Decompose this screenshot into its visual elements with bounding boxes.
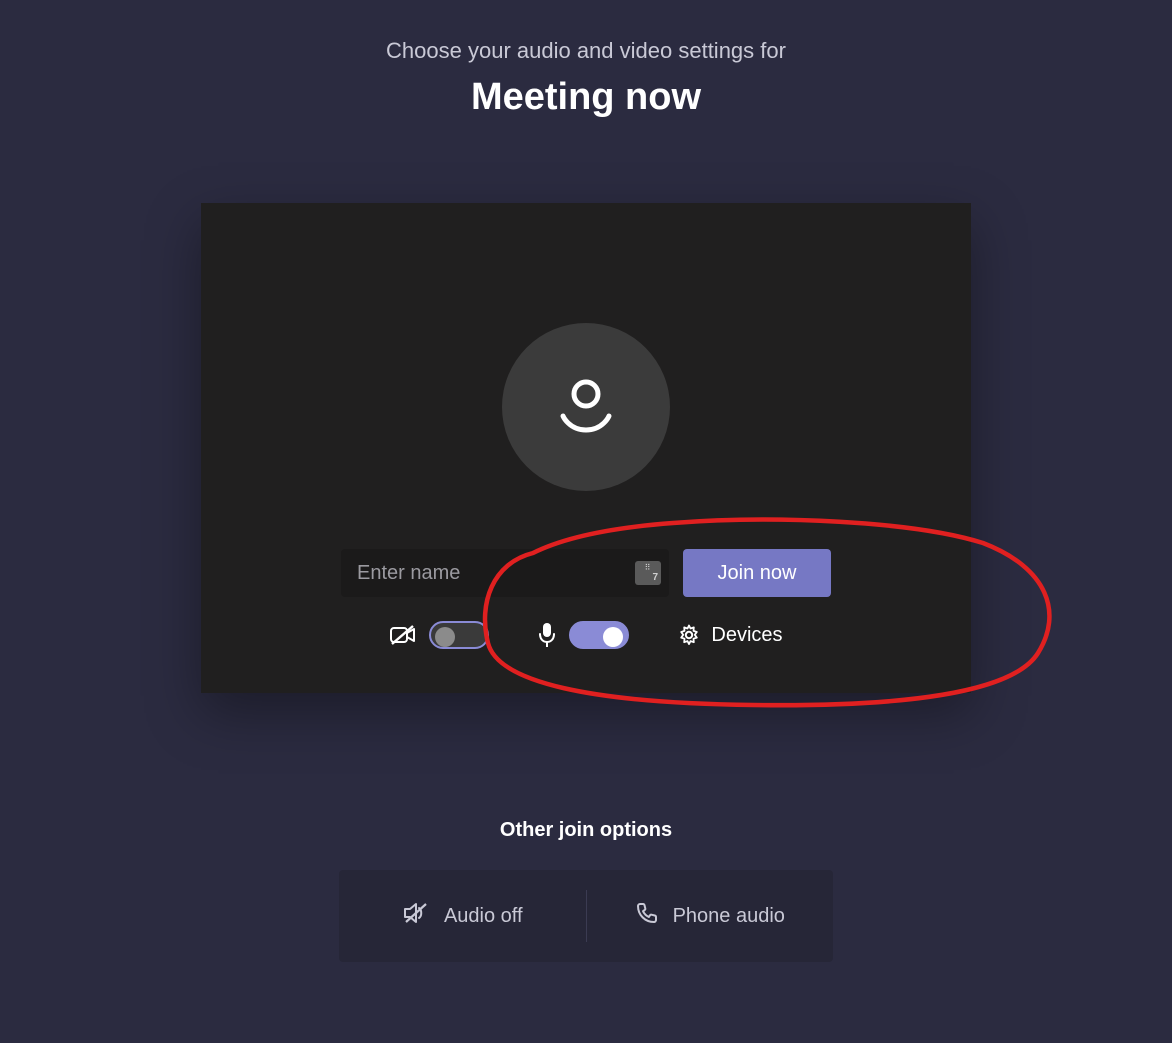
audio-off-button[interactable]: Audio off [339,870,586,962]
device-toggles-row: Devices [389,621,782,649]
mic-toggle-group [537,621,629,649]
camera-toggle-group [389,621,489,649]
other-options-heading: Other join options [500,819,672,842]
pre-join-screen: Choose your audio and video settings for… [0,0,1172,962]
camera-toggle[interactable] [429,621,489,649]
red-freehand-annotation [473,513,1073,713]
devices-button[interactable]: Devices [677,623,782,647]
name-input[interactable] [341,549,669,597]
other-options-bar: Audio off Phone audio [339,870,833,962]
camera-off-icon [389,624,417,646]
speaker-off-icon [402,901,430,931]
video-preview-card: ⠿ 7 Join now [201,203,971,693]
subtitle-text: Choose your audio and video settings for [386,38,786,64]
ime-keyboard-icon[interactable]: ⠿ 7 [635,561,661,585]
gear-icon [677,623,701,647]
meeting-title: Meeting now [471,76,701,119]
microphone-toggle[interactable] [569,621,629,649]
name-input-wrapper: ⠿ 7 [341,549,669,597]
phone-audio-button[interactable]: Phone audio [587,870,834,962]
name-join-row: ⠿ 7 Join now [341,549,831,597]
person-icon [551,372,621,442]
devices-label: Devices [711,624,782,647]
phone-audio-label: Phone audio [673,905,785,928]
microphone-icon [537,622,557,648]
avatar-placeholder [502,323,670,491]
join-now-button[interactable]: Join now [683,549,831,597]
audio-off-label: Audio off [444,905,523,928]
phone-icon [635,901,659,931]
